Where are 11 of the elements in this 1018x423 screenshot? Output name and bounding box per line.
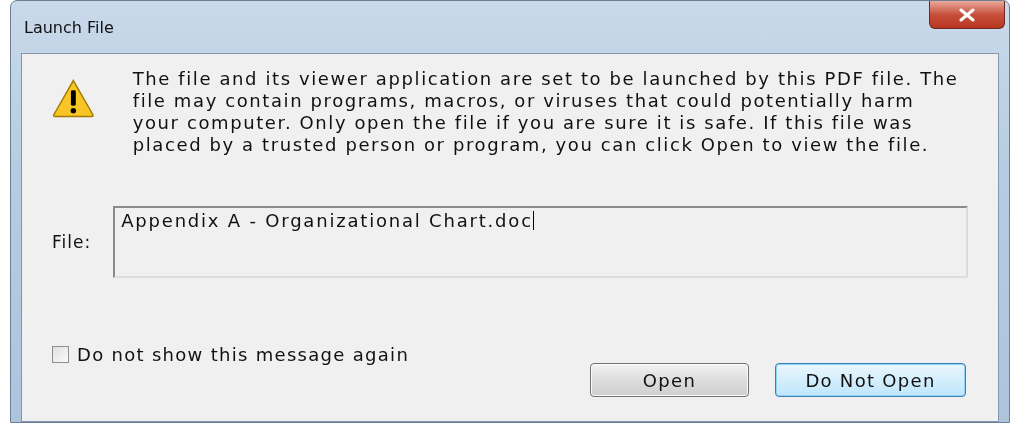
close-icon [958,7,976,22]
close-button[interactable] [929,1,1005,29]
file-label: File: [52,232,92,252]
dialog-button[interactable]: Open [590,363,749,397]
file-field[interactable]: Appendix A - Organizational Chart.doc [113,206,968,278]
default-button[interactable]: Do Not Open [775,363,966,397]
checkbox-label: Do not show this message again [77,344,410,365]
checkbox[interactable] [52,346,69,363]
warning-icon [52,78,95,118]
warning-message: The file and its viewer application are set to be launched by this PDF file. The file may contain programs, macros, or viruses that could potentially harm your computer. Only open the file if you are sure it is safe. If this file was placed by a trusted person or program, you can click Open to view the file. [132,68,960,156]
window-title: Launch File [23,17,114,37]
